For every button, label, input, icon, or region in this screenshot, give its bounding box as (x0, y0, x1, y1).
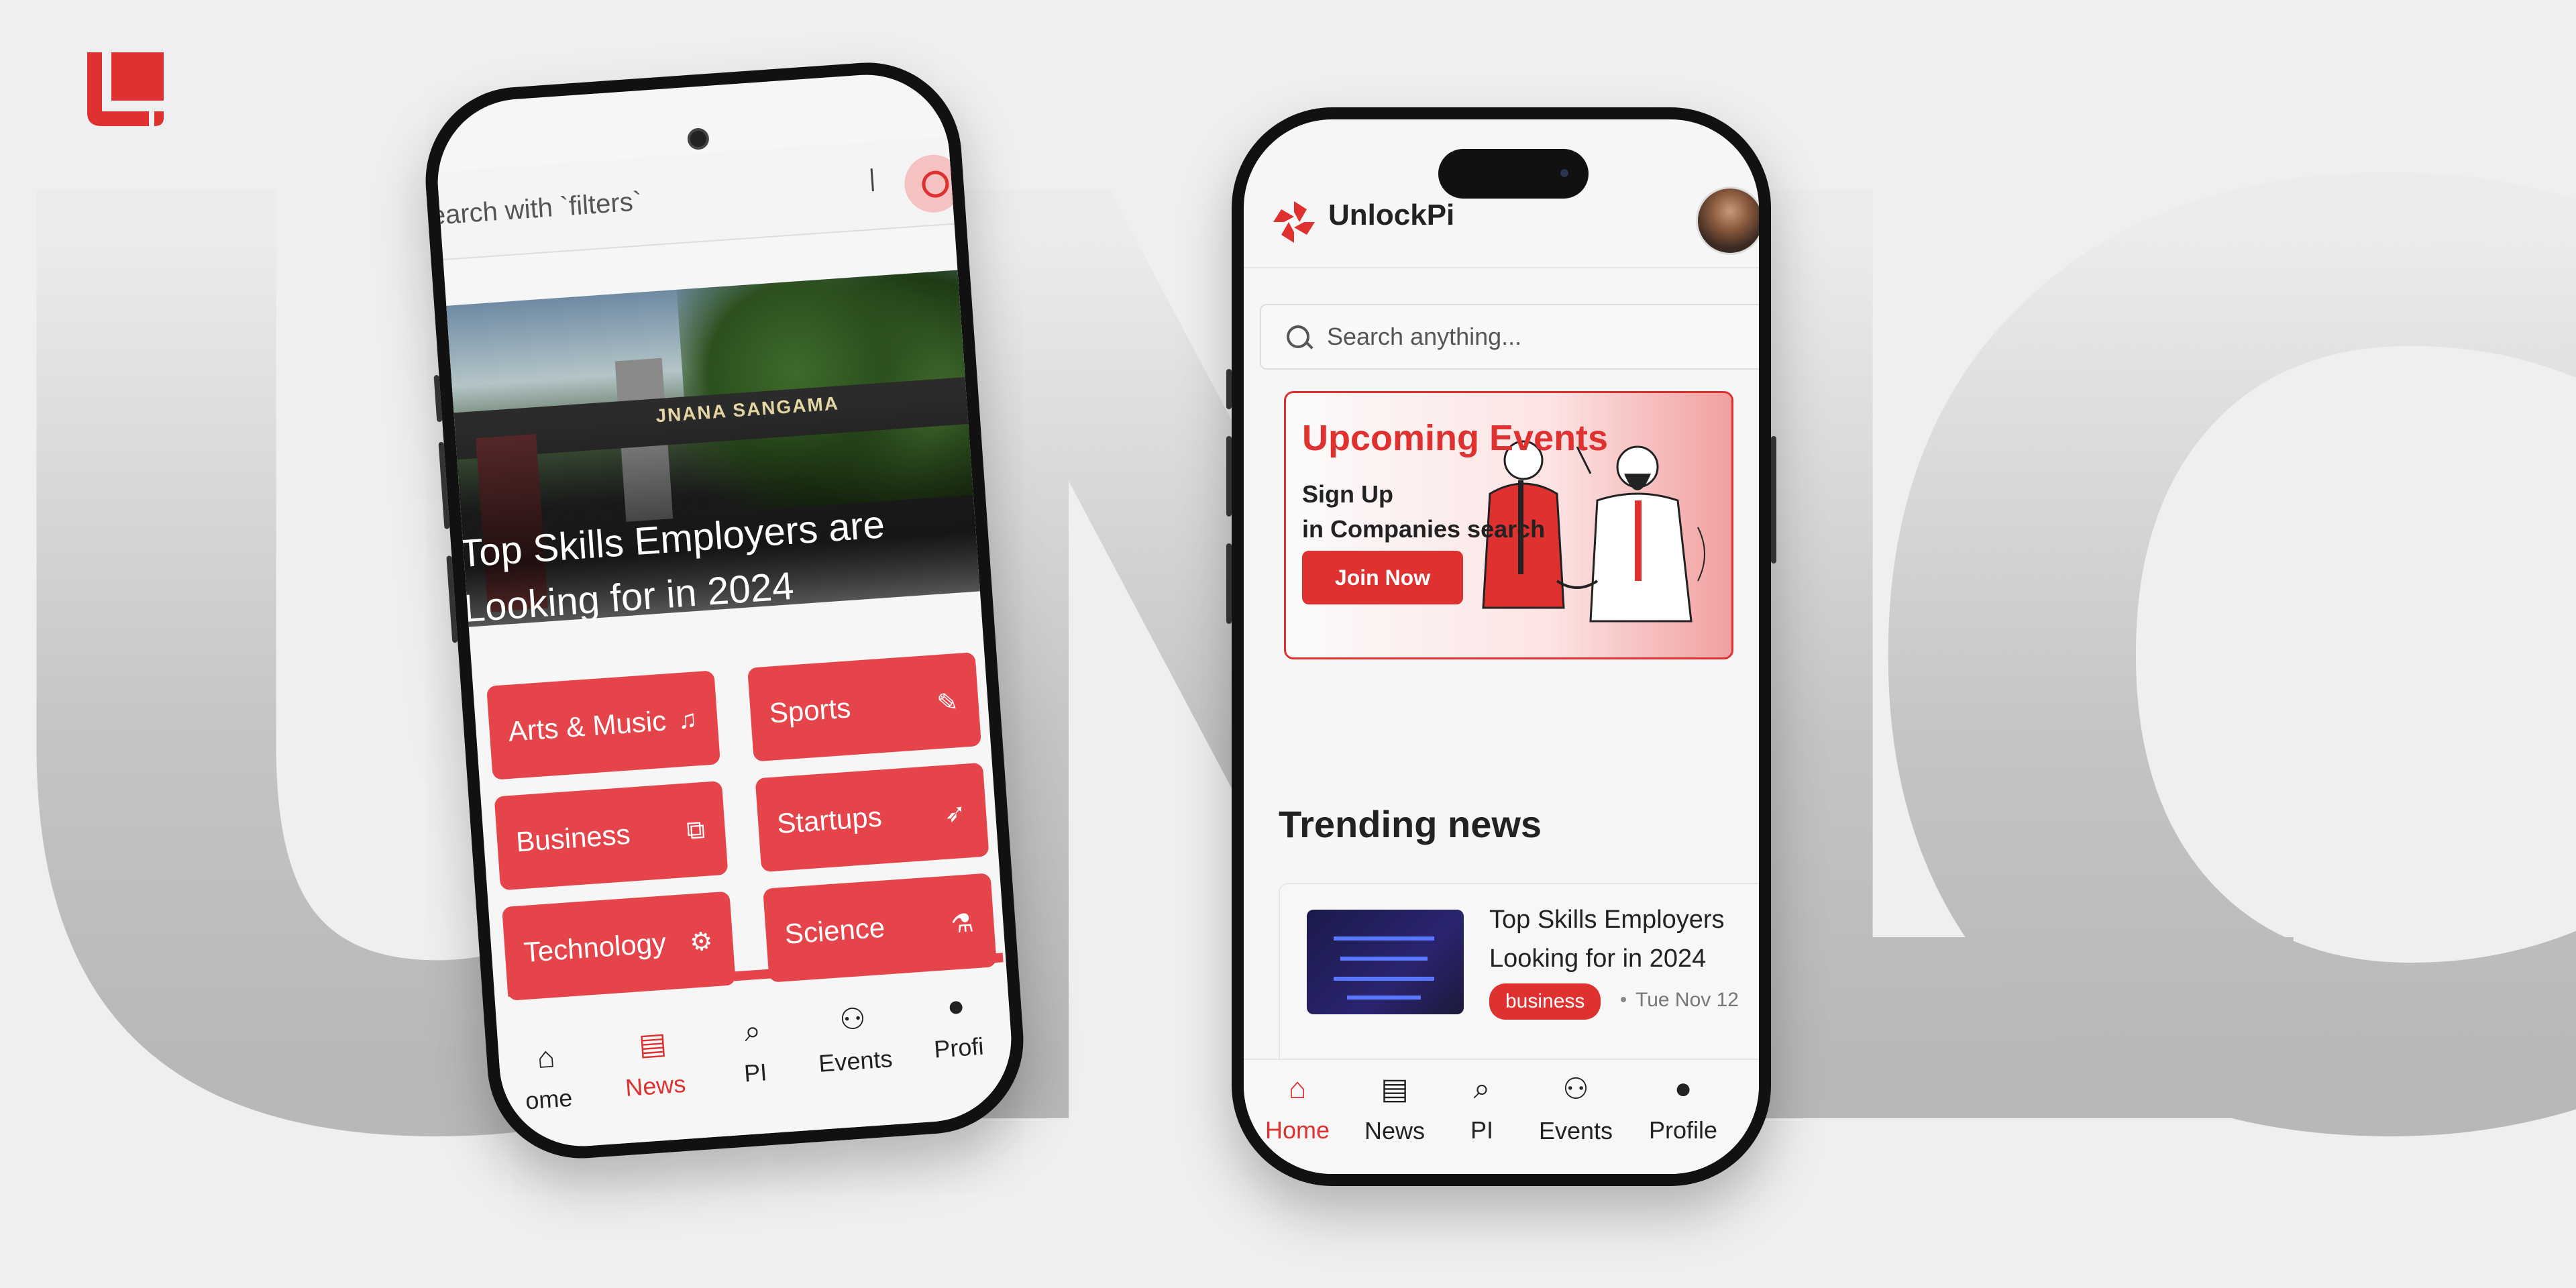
banner-subtitle-2: in Companies search (1302, 515, 1546, 543)
category-label: Science (784, 911, 886, 950)
home-icon: ⌂ (535, 1040, 556, 1075)
category-sports[interactable]: Sports ✎ (747, 652, 982, 762)
thumbnail-line (1334, 936, 1434, 941)
briefcase-icon: ⧉ (686, 815, 706, 845)
nav-profile[interactable]: ● Profi (911, 987, 1003, 1065)
category-label: Startups (775, 800, 883, 840)
nav-home[interactable]: ⌂ Home (1250, 1072, 1344, 1144)
nav-label: Profile (1648, 1116, 1718, 1144)
nav-label: News (1364, 1117, 1426, 1144)
search-icon: ⌕ (743, 1014, 762, 1049)
search-icon: ⌕ (1473, 1072, 1491, 1105)
nav-news[interactable]: ▤ News (604, 1024, 703, 1104)
profile-icon: ● (1674, 1072, 1693, 1105)
category-label: Technology (523, 926, 667, 969)
nav-label: Events (1538, 1117, 1613, 1144)
people-icon: ⚇ (838, 1002, 867, 1037)
nav-profile[interactable]: ● Profile (1633, 1072, 1733, 1144)
nav-label: News (624, 1069, 687, 1102)
phone-side-button (1226, 436, 1232, 517)
brand-logo-icon (87, 52, 164, 126)
category-label: Business (515, 818, 631, 858)
nav-home[interactable]: ⌂ ome (498, 1038, 596, 1117)
category-arts-music[interactable]: Arts & Music ♫ (486, 670, 720, 780)
category-tag[interactable]: business (1489, 983, 1601, 1020)
thumbnail-line (1340, 957, 1428, 961)
nav-label: Profi (932, 1032, 985, 1063)
banner-subtitle-1: Sign Up (1302, 480, 1393, 508)
nav-label: ome (524, 1083, 574, 1115)
text-cursor (870, 168, 874, 192)
profile-icon: ● (946, 989, 966, 1024)
nav-events[interactable]: ⚇ Events (1525, 1072, 1626, 1145)
search-bar[interactable]: Search anything... (1260, 304, 1759, 370)
category-grid: Arts & Music ♫ Sports ✎ Business ⧉ Start… (486, 651, 998, 1001)
left-phone: earch with `filters` JNANA SANGAMA Top S… (419, 56, 1030, 1165)
category-label: Arts & Music (507, 704, 667, 747)
app-header (1244, 160, 1759, 268)
category-business[interactable]: Business ⧉ (494, 780, 729, 891)
search-input[interactable]: Search anything... (1327, 323, 1521, 351)
nav-label: Home (1265, 1116, 1330, 1144)
people-icon: ⚇ (1562, 1073, 1589, 1106)
home-icon: ⌂ (1288, 1072, 1307, 1105)
phone-side-button (1226, 543, 1232, 624)
search-bar[interactable]: earch with `filters` (432, 136, 965, 260)
phone-screen: UnlockPi Search anything... Upcoming Eve… (1244, 119, 1759, 1174)
nav-label: PI (743, 1058, 768, 1087)
news-card[interactable]: Top Skills Employers Looking for in 2024… (1279, 883, 1759, 1087)
thumbnail-line (1347, 996, 1421, 1000)
phone-side-button (1771, 436, 1776, 564)
banner-title: Upcoming Events (1302, 418, 1609, 458)
category-label: Sports (768, 692, 852, 729)
nav-pi[interactable]: ⌕ PI (1445, 1072, 1519, 1144)
bottom-nav: ⌂ Home ▤ News ⌕ PI ⚇ Events ● Profile (1244, 1059, 1759, 1174)
hero-news-card[interactable]: JNANA SANGAMA Top Skills Employers are L… (446, 270, 980, 627)
nav-label: PI (1470, 1116, 1493, 1144)
music-icon: ♫ (677, 705, 698, 735)
bg-letter-c: C (1825, 40, 2576, 1288)
search-input[interactable]: earch with `filters` (432, 186, 643, 231)
avatar[interactable] (1696, 186, 1759, 255)
unlockpi-logo-icon (1273, 201, 1315, 243)
phone-screen: earch with `filters` JNANA SANGAMA Top S… (432, 69, 1017, 1152)
news-icon: ▤ (1381, 1073, 1409, 1106)
sports-icon: ✎ (936, 688, 959, 718)
nav-news[interactable]: ▤ News (1351, 1072, 1438, 1145)
thumbnail-line (1334, 977, 1434, 981)
nav-label: Events (817, 1044, 894, 1077)
chip-icon: ⚙ (688, 927, 714, 957)
category-startups[interactable]: Startups ➶ (755, 762, 989, 873)
news-title: Top Skills Employers Looking for in 2024 (1489, 906, 1725, 973)
news-icon: ▤ (637, 1026, 668, 1062)
right-phone: UnlockPi Search anything... Upcoming Eve… (1226, 107, 1776, 1186)
rocket-icon: ➶ (943, 798, 967, 828)
brand-name: UnlockPi (1328, 199, 1455, 231)
upcoming-events-banner[interactable]: Upcoming Events Sign Up in Companies sea… (1284, 391, 1733, 659)
camera-icon (686, 127, 710, 151)
nav-pi[interactable]: ⌕ PI (711, 1012, 796, 1089)
search-icon (1287, 325, 1309, 348)
join-now-button[interactable]: Join Now (1302, 551, 1463, 604)
nav-events[interactable]: ⚇ Events (804, 999, 903, 1079)
trending-news-title: Trending news (1279, 803, 1542, 845)
separator-dot (1621, 997, 1626, 1002)
news-date: Tue Nov 12 (1635, 989, 1739, 1011)
news-thumbnail (1307, 910, 1464, 1014)
phone-side-button (1226, 369, 1232, 409)
flask-icon: ⚗ (949, 909, 975, 939)
